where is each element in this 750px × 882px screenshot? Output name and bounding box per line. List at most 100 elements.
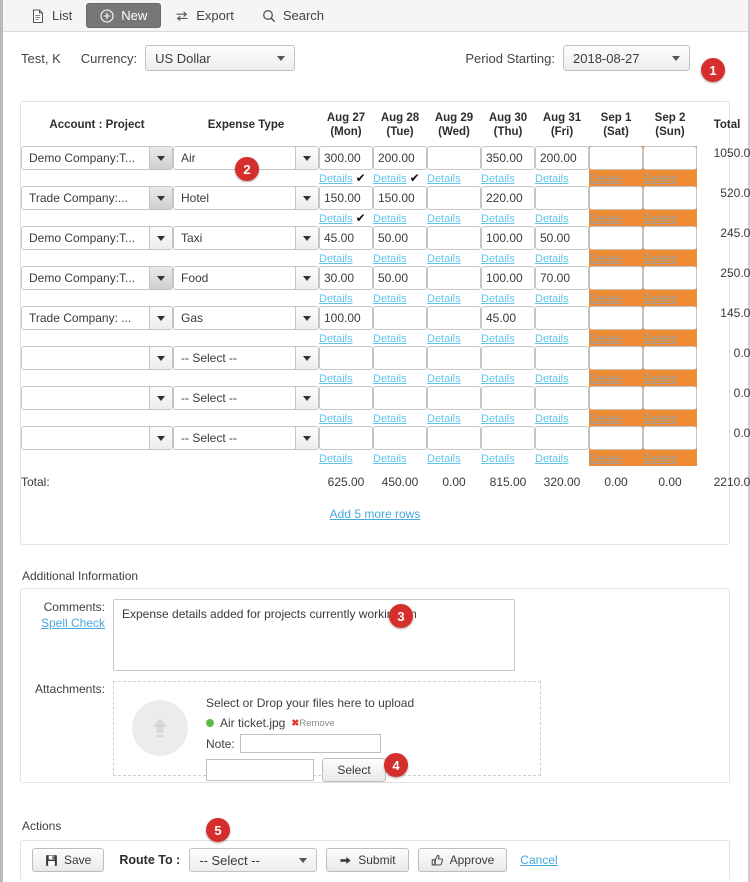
toolbar-item-search[interactable]: Search — [248, 0, 338, 31]
amount-input[interactable] — [535, 346, 589, 370]
details-link[interactable]: Details — [427, 173, 461, 185]
details-link[interactable]: Details — [643, 333, 677, 345]
details-link[interactable]: Details — [535, 253, 569, 265]
select-file-button[interactable]: Select — [322, 758, 386, 782]
details-link[interactable]: Details — [319, 333, 353, 345]
file-path-input[interactable] — [206, 759, 314, 781]
details-link[interactable]: Details — [427, 253, 461, 265]
details-link[interactable]: Details — [535, 413, 569, 425]
details-link[interactable]: Details — [589, 373, 623, 385]
details-link[interactable]: Details — [535, 293, 569, 305]
amount-input[interactable] — [589, 346, 643, 370]
amount-input[interactable] — [643, 346, 697, 370]
expense-type-select[interactable]: Gas — [173, 306, 319, 330]
details-link[interactable]: Details — [319, 373, 353, 385]
details-link[interactable]: Details — [535, 373, 569, 385]
details-link[interactable]: Details — [643, 253, 677, 265]
amount-input[interactable] — [481, 226, 535, 250]
amount-input[interactable] — [535, 386, 589, 410]
expense-type-select[interactable]: -- Select -- — [173, 426, 319, 450]
account-project-select[interactable]: Demo Company:T... — [21, 146, 173, 170]
account-project-select[interactable]: Trade Company: ... — [21, 306, 173, 330]
file-drop-zone[interactable]: Select or Drop your files here to upload… — [113, 681, 541, 782]
amount-input[interactable] — [643, 306, 697, 330]
submit-button[interactable]: Submit — [326, 848, 409, 872]
details-link[interactable]: Details — [535, 333, 569, 345]
account-project-select[interactable] — [21, 346, 173, 370]
toolbar-item-export[interactable]: Export — [161, 0, 248, 31]
amount-input[interactable] — [589, 426, 643, 450]
amount-input[interactable] — [643, 226, 697, 250]
amount-input[interactable] — [373, 426, 427, 450]
amount-input[interactable] — [643, 426, 697, 450]
details-link[interactable]: Details — [589, 173, 623, 185]
details-link[interactable]: Details — [535, 453, 569, 465]
details-link[interactable]: Details — [373, 333, 407, 345]
amount-input[interactable] — [427, 426, 481, 450]
toolbar-item-new[interactable]: New — [86, 3, 162, 28]
amount-input[interactable] — [643, 266, 697, 290]
amount-input[interactable] — [427, 386, 481, 410]
details-link[interactable]: Details — [481, 413, 515, 425]
details-link[interactable]: Details — [643, 373, 677, 385]
amount-input[interactable] — [589, 186, 643, 210]
account-project-select[interactable] — [21, 386, 173, 410]
details-link[interactable]: Details — [589, 253, 623, 265]
details-link[interactable]: Details — [373, 213, 407, 225]
details-link[interactable]: Details — [589, 333, 623, 345]
amount-input[interactable] — [589, 306, 643, 330]
spell-check-link[interactable]: Spell Check — [21, 615, 105, 631]
details-link[interactable]: Details — [481, 333, 515, 345]
details-link[interactable]: Details — [373, 293, 407, 305]
expense-type-select[interactable]: -- Select -- — [173, 386, 319, 410]
details-link[interactable]: Details — [373, 253, 407, 265]
amount-input[interactable] — [643, 386, 697, 410]
account-project-select[interactable] — [21, 426, 173, 450]
amount-input[interactable] — [373, 146, 427, 170]
amount-input[interactable] — [481, 426, 535, 450]
details-link[interactable]: Details — [319, 453, 353, 465]
route-to-select[interactable]: -- Select -- — [189, 848, 318, 872]
amount-input[interactable] — [481, 146, 535, 170]
details-link[interactable]: Details — [481, 453, 515, 465]
amount-input[interactable] — [481, 386, 535, 410]
details-link[interactable]: Details — [427, 453, 461, 465]
amount-input[interactable] — [481, 306, 535, 330]
amount-input[interactable] — [373, 386, 427, 410]
cancel-link[interactable]: Cancel — [520, 853, 557, 867]
details-link[interactable]: Details — [427, 373, 461, 385]
amount-input[interactable] — [373, 306, 427, 330]
details-link[interactable]: Details — [481, 373, 515, 385]
details-link[interactable]: Details — [427, 333, 461, 345]
period-starting-select[interactable]: 2018-08-27 — [563, 45, 690, 71]
amount-input[interactable] — [589, 226, 643, 250]
amount-input[interactable] — [589, 146, 643, 170]
details-link[interactable]: Details — [427, 413, 461, 425]
amount-input[interactable] — [319, 266, 373, 290]
amount-input[interactable] — [535, 306, 589, 330]
amount-input[interactable] — [319, 186, 373, 210]
details-link[interactable]: Details — [319, 213, 353, 225]
details-link[interactable]: Details — [643, 413, 677, 425]
details-link[interactable]: Details — [535, 213, 569, 225]
add-more-rows-link[interactable]: Add 5 more rows — [330, 507, 421, 521]
remove-file-button[interactable]: ✖Remove — [291, 718, 334, 729]
details-link[interactable]: Details — [481, 253, 515, 265]
amount-input[interactable] — [319, 146, 373, 170]
amount-input[interactable] — [589, 266, 643, 290]
details-link[interactable]: Details — [373, 173, 407, 185]
expense-type-select[interactable]: Hotel — [173, 186, 319, 210]
details-link[interactable]: Details — [643, 213, 677, 225]
amount-input[interactable] — [535, 146, 589, 170]
details-link[interactable]: Details — [319, 253, 353, 265]
amount-input[interactable] — [373, 226, 427, 250]
account-project-select[interactable]: Demo Company:T... — [21, 226, 173, 250]
amount-input[interactable] — [643, 186, 697, 210]
save-button[interactable]: Save — [32, 848, 105, 872]
amount-input[interactable] — [427, 306, 481, 330]
amount-input[interactable] — [481, 186, 535, 210]
details-link[interactable]: Details — [589, 453, 623, 465]
amount-input[interactable] — [643, 146, 697, 170]
details-link[interactable]: Details — [427, 213, 461, 225]
details-link[interactable]: Details — [589, 213, 623, 225]
